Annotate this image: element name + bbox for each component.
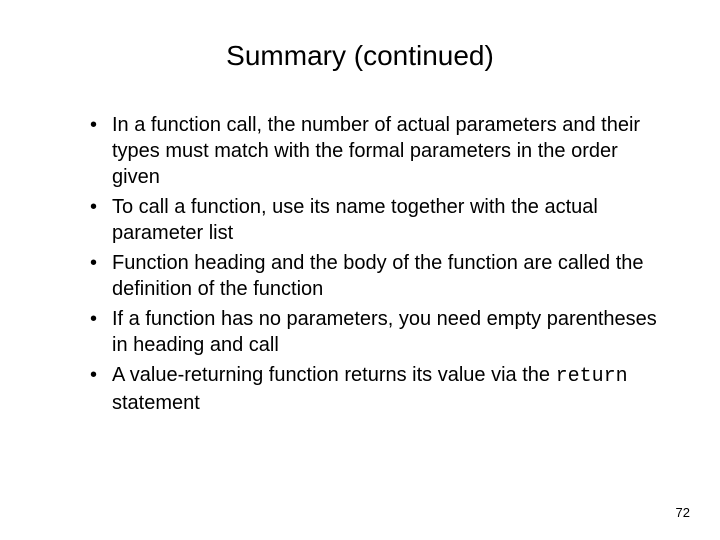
list-item: In a function call, the number of actual… [90, 112, 660, 190]
list-item: If a function has no parameters, you nee… [90, 306, 660, 358]
list-item: Function heading and the body of the fun… [90, 250, 660, 302]
list-item: A value-returning function returns its v… [90, 362, 660, 416]
list-item: To call a function, use its name togethe… [90, 194, 660, 246]
page-number: 72 [676, 505, 690, 520]
bullet-list: In a function call, the number of actual… [60, 112, 660, 416]
bullet-text-prefix: A value-returning function returns its v… [112, 364, 556, 386]
page-title: Summary (continued) [60, 40, 660, 72]
bullet-text-suffix: statement [112, 392, 200, 414]
code-keyword: return [556, 365, 628, 388]
